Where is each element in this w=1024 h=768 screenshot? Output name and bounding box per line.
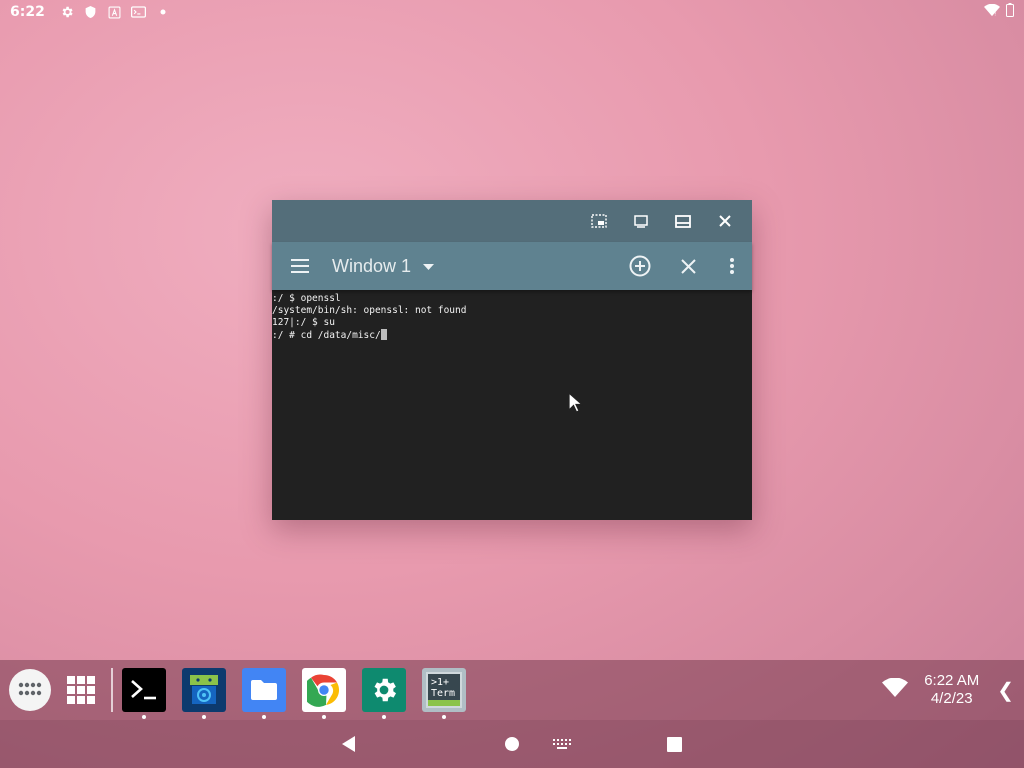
dropdown-arrow-icon	[423, 257, 435, 275]
folder-icon	[251, 680, 277, 700]
terminal-line: /system/bin/sh: openssl: not found	[272, 305, 467, 316]
wifi-icon[interactable]	[882, 677, 909, 703]
clock-time: 6:22 AM	[924, 672, 980, 689]
navigation-bar	[0, 720, 1024, 768]
window-selector[interactable]: Window 1	[332, 255, 435, 277]
apps-dots-icon	[18, 682, 42, 696]
running-indicator	[322, 715, 326, 719]
running-indicator	[202, 715, 206, 719]
window-caption-bar[interactable]	[272, 200, 752, 242]
pip-icon[interactable]	[580, 202, 618, 240]
keyboard-button[interactable]	[550, 732, 574, 756]
taskbar-clock[interactable]: 6:22 AM 4/2/23	[924, 672, 979, 708]
taskbar-app-settings[interactable]	[362, 668, 406, 719]
status-time: 6:22	[10, 4, 45, 20]
app-toolbar: Window 1	[272, 242, 752, 290]
chrome-icon	[307, 674, 340, 707]
terminal-line: 127|:/ $ su	[272, 317, 335, 328]
terminal-prompt-line: :/ # cd /data/misc/	[272, 329, 752, 342]
taskbar: >1+ Term 6:22 AM 4/2/23 ❮	[0, 660, 1024, 720]
terminal-icon	[131, 680, 156, 700]
home-button[interactable]	[500, 732, 524, 756]
more-vert-icon[interactable]	[712, 242, 752, 290]
text-cursor	[380, 329, 387, 340]
svg-text:!: !	[994, 10, 996, 17]
menu-icon[interactable]	[276, 242, 324, 290]
keyboard-icon	[553, 739, 571, 749]
terminal-window: Window 1 :/ $ openssl/system/bin/sh: ope…	[272, 200, 752, 520]
settings-icon	[374, 678, 396, 702]
taskbar-app-terminal-emulator[interactable]: >1+ Term	[422, 668, 466, 719]
terminal-line: :/ # cd /data/misc/	[272, 330, 381, 341]
terminal-output[interactable]: :/ $ openssl/system/bin/sh: openssl: not…	[272, 290, 752, 520]
taskbar-app-chrome[interactable]	[302, 668, 346, 719]
chevron-left-icon[interactable]: ❮	[997, 678, 1014, 703]
add-circle-icon[interactable]	[616, 242, 664, 290]
clock-date: 4/2/23	[930, 690, 973, 707]
overview-icon	[666, 736, 682, 752]
terminal-line: :/ $ openssl	[272, 293, 341, 304]
running-indicator	[442, 715, 446, 719]
dot-icon	[155, 4, 171, 20]
mouse-pointer-icon	[568, 392, 584, 413]
app-drawer-button[interactable]	[9, 669, 51, 711]
battery-icon	[1006, 3, 1014, 21]
taskbar-app-files[interactable]	[242, 668, 286, 719]
back-icon	[342, 736, 355, 752]
a-icon	[107, 4, 123, 20]
window-selector-label: Window 1	[332, 255, 412, 276]
overview-button[interactable]	[662, 732, 686, 756]
window-close-icon[interactable]	[706, 202, 744, 240]
shield-icon	[83, 4, 99, 20]
maximize-icon[interactable]	[664, 202, 702, 240]
running-indicator	[262, 715, 266, 719]
term-icon-text: Term	[431, 688, 456, 699]
status-bar: 6:22 !	[0, 0, 1024, 24]
close-session-icon[interactable]	[664, 242, 712, 290]
taskbar-divider	[111, 668, 113, 712]
taskbar-app-termux[interactable]	[122, 668, 166, 719]
home-icon	[505, 737, 519, 751]
back-button[interactable]	[337, 732, 361, 756]
taskbar-app-android[interactable]	[182, 668, 226, 719]
restore-icon[interactable]	[622, 202, 660, 240]
android-app-icon	[190, 675, 218, 704]
running-indicator	[382, 715, 386, 719]
term-icon-text: >1+	[431, 677, 450, 688]
terminal-notif-icon	[131, 4, 147, 20]
running-indicator	[142, 715, 146, 719]
wifi-icon: !	[984, 3, 1000, 21]
system-tray: 6:22 AM 4/2/23 ❮	[882, 660, 1024, 720]
recent-apps-grid-icon[interactable]	[61, 670, 101, 710]
term-icon: >1+ Term	[426, 672, 462, 708]
settings-icon	[59, 4, 75, 20]
